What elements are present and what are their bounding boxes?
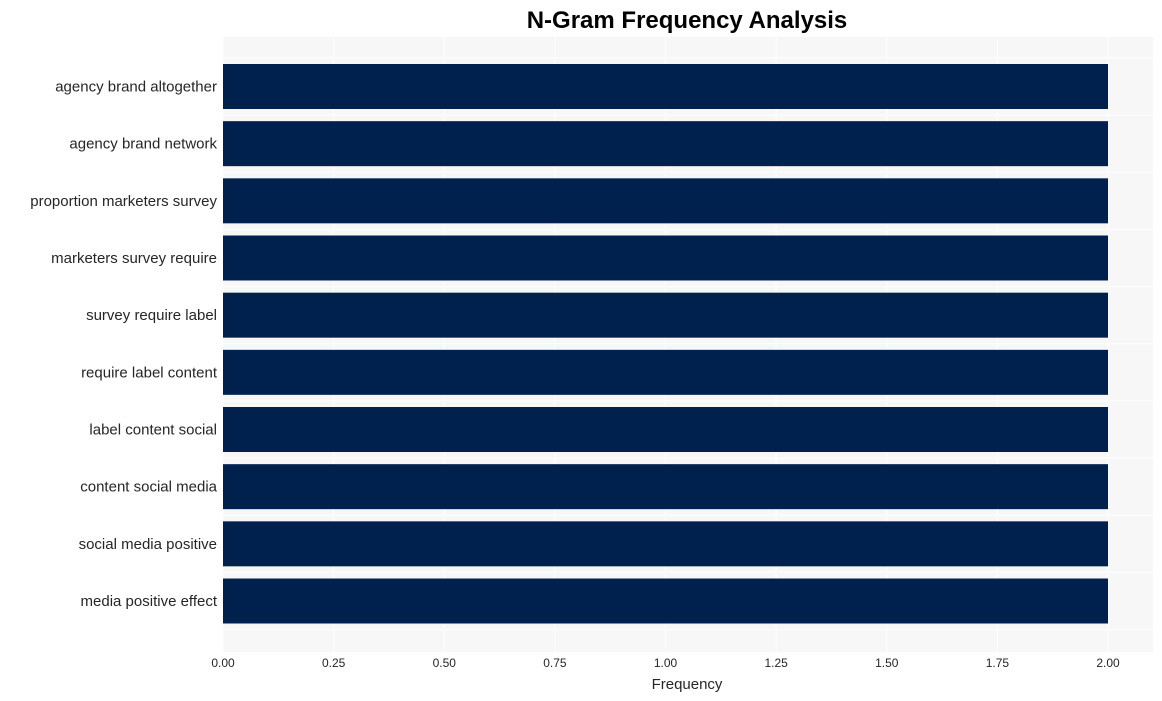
y-tick-label: agency brand altogether xyxy=(55,79,217,96)
y-tick-label: content social media xyxy=(80,479,217,496)
x-tick-label: 0.75 xyxy=(543,656,567,670)
x-tick-label: 2.00 xyxy=(1096,656,1120,670)
x-tick-label: 1.50 xyxy=(875,656,899,670)
x-axis-ticks: 0.00 0.25 0.50 0.75 1.00 1.25 1.50 1.75 2.00 xyxy=(211,656,1120,670)
x-tick-label: 0.00 xyxy=(211,656,235,670)
y-axis-labels: agency brand altogether agency brand netw… xyxy=(30,79,218,611)
bar xyxy=(223,464,1108,510)
bar xyxy=(223,349,1108,395)
bar xyxy=(223,292,1108,338)
y-tick-label: social media positive xyxy=(79,536,217,553)
y-tick-label: marketers survey require xyxy=(51,250,217,267)
x-tick-label: 1.75 xyxy=(986,656,1010,670)
y-tick-label: agency brand network xyxy=(69,136,217,153)
x-tick-label: 1.00 xyxy=(654,656,678,670)
bar xyxy=(223,64,1108,109)
bar xyxy=(223,121,1108,167)
y-tick-label: media positive effect xyxy=(81,593,218,610)
bar xyxy=(223,578,1108,624)
bar xyxy=(223,235,1108,281)
y-tick-label: label content social xyxy=(89,422,217,439)
chart-title: N-Gram Frequency Analysis xyxy=(527,7,848,34)
x-axis-label: Frequency xyxy=(652,676,723,693)
y-tick-label: proportion marketers survey xyxy=(30,193,217,210)
bar xyxy=(223,521,1108,567)
bar xyxy=(223,407,1108,452)
bar xyxy=(223,178,1108,224)
y-tick-label: require label content xyxy=(81,364,218,381)
ngram-frequency-chart: agency brand altogether agency brand netw… xyxy=(30,7,1153,693)
x-tick-label: 1.25 xyxy=(764,656,788,670)
x-tick-label: 0.50 xyxy=(433,656,457,670)
x-tick-label: 0.25 xyxy=(322,656,346,670)
y-tick-label: survey require label xyxy=(86,307,217,324)
